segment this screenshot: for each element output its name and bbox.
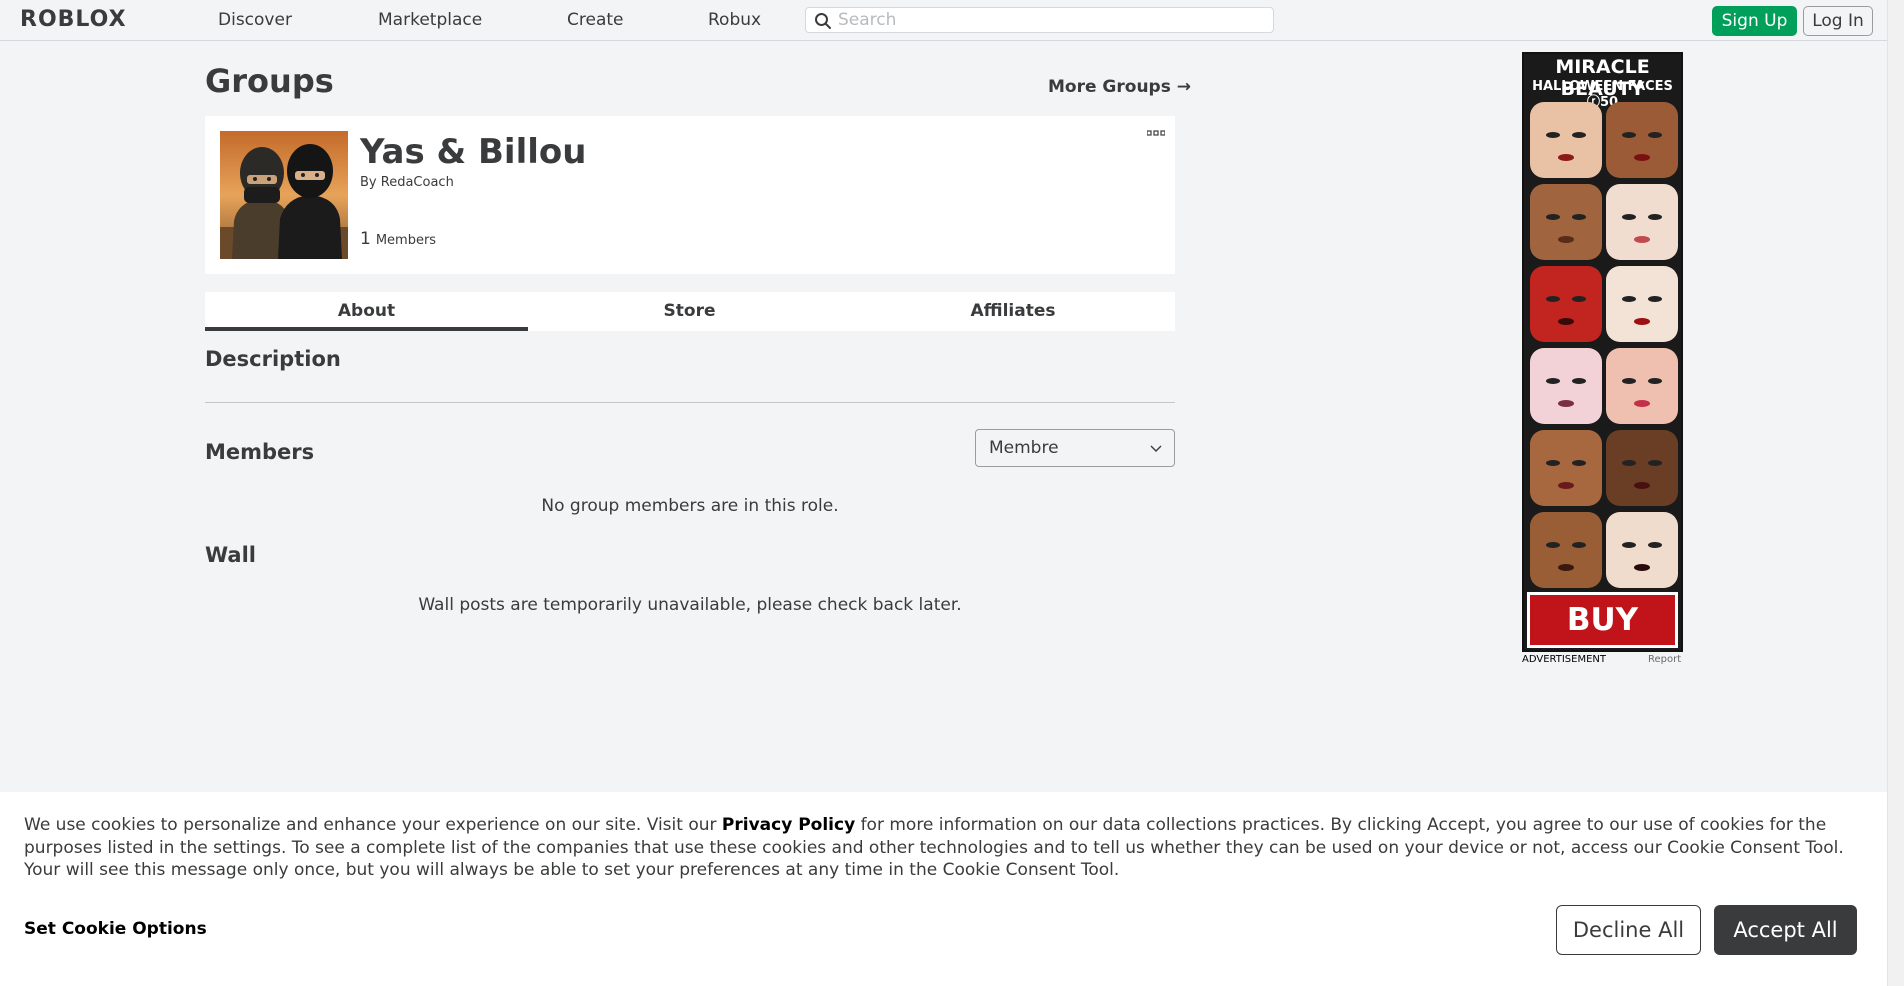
ad-face — [1530, 430, 1602, 506]
nav-marketplace[interactable]: Marketplace — [378, 10, 482, 30]
nav-robux[interactable]: Robux — [708, 10, 761, 30]
member-count-label: Members — [375, 233, 437, 248]
wall-unavailable-message: Wall posts are temporarily unavailable, … — [418, 595, 962, 615]
members-heading: Members — [205, 440, 315, 464]
ad-face-grid — [1528, 100, 1681, 590]
chevron-down-icon — [1150, 445, 1162, 452]
decline-all-button[interactable]: Decline All — [1556, 905, 1701, 955]
group-emblem-image — [220, 131, 348, 259]
ad-face — [1606, 266, 1678, 342]
page-scrollbar[interactable] — [1887, 0, 1904, 986]
top-nav-bar: ROBLOX Discover Marketplace Create Robux… — [0, 0, 1887, 41]
group-header-card: Yas & Billou By RedaCoach 1 Members — [205, 116, 1175, 274]
page-title: Groups — [205, 62, 334, 100]
wall-heading: Wall — [205, 543, 256, 567]
group-name: Yas & Billou — [360, 132, 587, 172]
ad-face — [1606, 430, 1678, 506]
more-options-icon[interactable] — [1147, 130, 1165, 138]
set-cookie-options-link[interactable]: Set Cookie Options — [24, 919, 207, 939]
tab-store[interactable]: Store — [528, 292, 851, 331]
ad-face — [1530, 184, 1602, 260]
ad-report-link[interactable]: Report — [1648, 654, 1681, 666]
section-divider — [205, 402, 1175, 403]
group-owner-link[interactable]: RedaCoach — [381, 175, 454, 190]
cookie-message: We use cookies to personalize and enhanc… — [24, 814, 1854, 882]
tab-about[interactable]: About — [205, 292, 528, 331]
advertisement-label: ADVERTISEMENT — [1522, 654, 1607, 665]
ad-face — [1606, 512, 1678, 588]
group-owner: By RedaCoach — [360, 175, 454, 191]
sign-up-button[interactable]: Sign Up — [1712, 6, 1797, 36]
advertisement-banner[interactable]: MIRACLE BEAUTY HALLOWEEN FACES ⓡ50 BUY N… — [1522, 52, 1683, 652]
ad-face — [1606, 348, 1678, 424]
group-tabs: About Store Affiliates — [205, 292, 1175, 331]
nav-create[interactable]: Create — [567, 10, 624, 30]
group-owner-prefix: By — [360, 175, 377, 190]
cookie-consent-banner: We use cookies to personalize and enhanc… — [0, 792, 1887, 986]
search-icon[interactable] — [814, 12, 832, 30]
ad-face — [1606, 184, 1678, 260]
roblox-logo[interactable]: ROBLOX — [20, 8, 127, 32]
accept-all-button[interactable]: Accept All — [1714, 905, 1857, 955]
description-heading: Description — [205, 347, 341, 371]
member-count: 1 Members — [360, 229, 436, 251]
search-input[interactable] — [838, 10, 1258, 30]
search-box — [805, 7, 1274, 33]
ad-face — [1606, 102, 1678, 178]
ad-face — [1530, 102, 1602, 178]
member-count-number: 1 — [360, 229, 371, 249]
ad-face — [1530, 512, 1602, 588]
ad-buy-now-button[interactable]: BUY NOW — [1527, 592, 1678, 648]
ad-face — [1530, 348, 1602, 424]
more-groups-link[interactable]: More Groups → — [1048, 77, 1191, 97]
role-dropdown-value: Membre — [989, 438, 1059, 458]
no-members-message: No group members are in this role. — [541, 496, 839, 516]
log-in-button[interactable]: Log In — [1803, 6, 1873, 36]
cookie-text-start: We use cookies to personalize and enhanc… — [24, 815, 722, 835]
privacy-policy-link[interactable]: Privacy Policy — [722, 815, 855, 835]
nav-discover[interactable]: Discover — [218, 10, 292, 30]
role-dropdown[interactable]: Membre — [975, 429, 1175, 467]
ad-face — [1530, 266, 1602, 342]
tab-affiliates[interactable]: Affiliates — [851, 292, 1175, 331]
